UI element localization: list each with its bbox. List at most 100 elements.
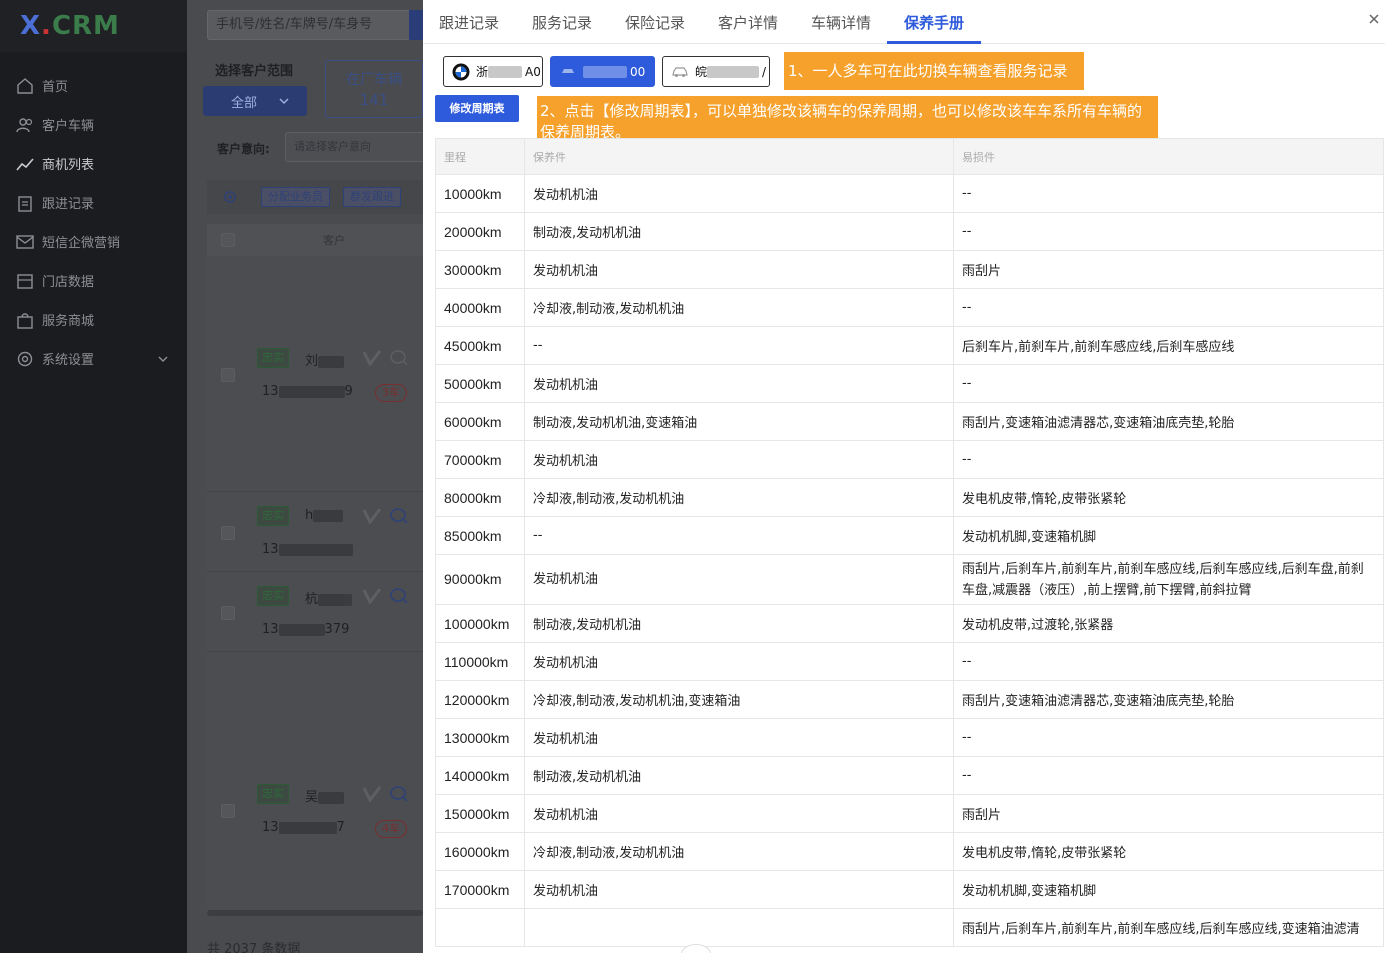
customer-name: 吴 (305, 786, 345, 805)
tab-follow-records[interactable]: 跟进记录 (439, 12, 499, 33)
list-item[interactable]: 忠实 杭 13 379 (207, 572, 423, 652)
table-row: 140000km 制动液,发动机机油 -- (435, 756, 1384, 795)
customer-list: 忠实 刘 13 9 3车 忠实 h 13 忠实 杭 13 379 忠实 吴 13… (207, 256, 423, 912)
tab-insurance-records[interactable]: 保险记录 (625, 12, 685, 33)
cell-km: 40000km (435, 288, 525, 327)
chat-icon[interactable] (389, 785, 409, 803)
column-wear-parts: 易损件 (953, 138, 1384, 175)
cell-km: 160000km (435, 832, 525, 871)
instore-vehicles-card[interactable]: 在厂车辆 141 (325, 60, 423, 118)
row-checkbox[interactable] (221, 606, 235, 620)
sidebar-item-7[interactable]: 系统设置 (0, 339, 187, 378)
table-row: 20000km 制动液,发动机机油 -- (435, 212, 1384, 251)
loyalty-tag: 忠实 (257, 348, 289, 368)
sidebar-item-3[interactable]: 跟进记录 (0, 183, 187, 222)
cell-wear: 发电机皮带,惰轮,皮带张紧轮 (953, 478, 1384, 517)
cell-wear: 雨刮片,后刹车片,前刹车片,前刹车感应线,后刹车感应线,变速箱油滤清 (953, 908, 1384, 947)
sidebar-item-label: 短信企微营销 (42, 236, 121, 251)
verified-icon (363, 588, 381, 604)
row-checkbox[interactable] (221, 368, 235, 382)
settings-gear-icon[interactable] (223, 190, 237, 204)
customer-phone: 13 (262, 542, 353, 557)
cell-parts: 发动机机油 (524, 250, 954, 289)
cell-parts: 制动液,发动机机油 (524, 604, 954, 643)
sidebar-item-6[interactable]: 服务商城 (0, 300, 187, 339)
tab-customer-details[interactable]: 客户详情 (718, 12, 778, 33)
column-customer: 客户 (323, 234, 345, 247)
cell-wear: -- (953, 212, 1384, 251)
cell-parts (524, 908, 954, 947)
cell-parts: 制动液,发动机机油 (524, 756, 954, 795)
cell-wear: 发动机机脚,变速箱机脚 (953, 516, 1384, 555)
drawer-tabs: 跟进记录 服务记录 保险记录 客户详情 车辆详情 保养手册 (423, 0, 1385, 44)
cell-parts: -- (524, 326, 954, 365)
cell-km: 140000km (435, 756, 525, 795)
table-row: 110000km 发动机机油 -- (435, 642, 1384, 681)
select-all-checkbox[interactable] (221, 233, 235, 247)
cell-parts: 冷却液,制动液,发动机机油 (524, 288, 954, 327)
cell-parts: -- (524, 516, 954, 555)
vehicle-switch-2[interactable]: 00 (550, 56, 655, 87)
sidebar-item-label: 客户车辆 (42, 119, 95, 134)
tab-vehicle-details[interactable]: 车辆详情 (811, 12, 871, 33)
sidebar-item-2[interactable]: 商机列表 (0, 144, 187, 183)
tutorial-note-1: 1、一人多车可在此切换车辆查看服务记录 (784, 52, 1084, 90)
chevron-down-icon (158, 356, 168, 362)
row-checkbox[interactable] (221, 804, 235, 818)
chat-icon[interactable] (389, 507, 409, 525)
instore-label: 在厂车辆 (346, 72, 402, 88)
cell-km: 110000km (435, 642, 525, 681)
table-row: 60000km 制动液,发动机机油,变速箱油 雨刮片,变速箱油滤清器芯,变速箱油底壳… (435, 402, 1384, 441)
table-row: 70000km 发动机机油 -- (435, 440, 1384, 479)
tab-maintenance-manual[interactable]: 保养手册 (904, 12, 964, 33)
edit-schedule-button[interactable]: 修改周期表 (435, 95, 519, 122)
intent-select[interactable]: 请选择客户意向 (285, 132, 425, 162)
cell-wear: 后刹车片,前刹车片,前刹车感应线,后刹车感应线 (953, 326, 1384, 365)
tab-service-records[interactable]: 服务记录 (532, 12, 592, 33)
cell-km: 80000km (435, 478, 525, 517)
chat-icon[interactable] (389, 587, 409, 605)
cell-wear: 发电机皮带,惰轮,皮带张紧轮 (953, 832, 1384, 871)
sidebar-item-5[interactable]: 门店数据 (0, 261, 187, 300)
sidebar-item-0[interactable]: 首页 (0, 66, 187, 105)
customer-list-pane: 手机号/姓名/车牌号/车身号 选择客户范围 全部 在厂车辆 141 客户意向: … (187, 0, 427, 953)
customer-phone: 13 379 (262, 622, 350, 637)
vehicle-count-badge: 4车 (375, 820, 407, 838)
search-input[interactable]: 手机号/姓名/车牌号/车身号 (207, 10, 427, 40)
sidebar: X. CRM 首页客户车辆商机列表跟进记录短信企微营销门店数据 服务商城 系统设置 (0, 0, 187, 953)
list-header: 客户 (207, 224, 423, 256)
sidebar-item-label: 商机列表 (42, 158, 95, 173)
loyalty-tag: 忠实 (257, 506, 289, 526)
car-logo-icon (562, 68, 574, 73)
vehicle-count-badge: 3车 (375, 384, 407, 402)
group-follow-button[interactable]: 群发跟进 (343, 187, 401, 207)
table-row: 130000km 发动机机油 -- (435, 718, 1384, 757)
sidebar-item-1[interactable]: 客户车辆 (0, 105, 187, 144)
list-item[interactable]: 忠实 h 13 (207, 492, 423, 572)
maintenance-schedule-table: 里程 保养件 易损件 10000km 发动机机油 -- 20000km 制动液,发动机机… (435, 138, 1384, 947)
list-item[interactable]: 忠实 刘 13 9 3车 (207, 256, 423, 492)
cell-wear: -- (953, 174, 1384, 213)
close-icon[interactable] (1367, 12, 1381, 26)
gear-icon (16, 350, 34, 368)
cell-km: 90000km (435, 554, 525, 605)
horizontal-scrollbar[interactable] (207, 910, 423, 916)
verified-icon (363, 350, 381, 366)
vehicle-switch-3[interactable]: 皖 / (662, 56, 770, 87)
scope-select[interactable]: 全部 (203, 86, 307, 116)
customer-name: h (305, 508, 344, 523)
cell-parts: 冷却液,制动液,发动机机油 (524, 478, 954, 517)
table-row: 85000km -- 发动机机脚,变速箱机脚 (435, 516, 1384, 555)
cell-km: 45000km (435, 326, 525, 365)
verified-icon (363, 786, 381, 802)
vehicle-switch-1[interactable]: 浙 A0 (443, 56, 543, 87)
cell-km: 70000km (435, 440, 525, 479)
list-item[interactable]: 忠实 吴 13 7 4车 (207, 652, 423, 912)
row-checkbox[interactable] (221, 526, 235, 540)
chat-icon[interactable] (389, 349, 409, 367)
app-logo[interactable]: X. CRM (0, 0, 187, 52)
table-row: 雨刮片,后刹车片,前刹车片,前刹车感应线,后刹车感应线,变速箱油滤清 (435, 908, 1384, 947)
users-icon (16, 116, 34, 134)
assign-salesperson-button[interactable]: 分配业务员 (261, 187, 330, 207)
sidebar-item-4[interactable]: 短信企微营销 (0, 222, 187, 261)
